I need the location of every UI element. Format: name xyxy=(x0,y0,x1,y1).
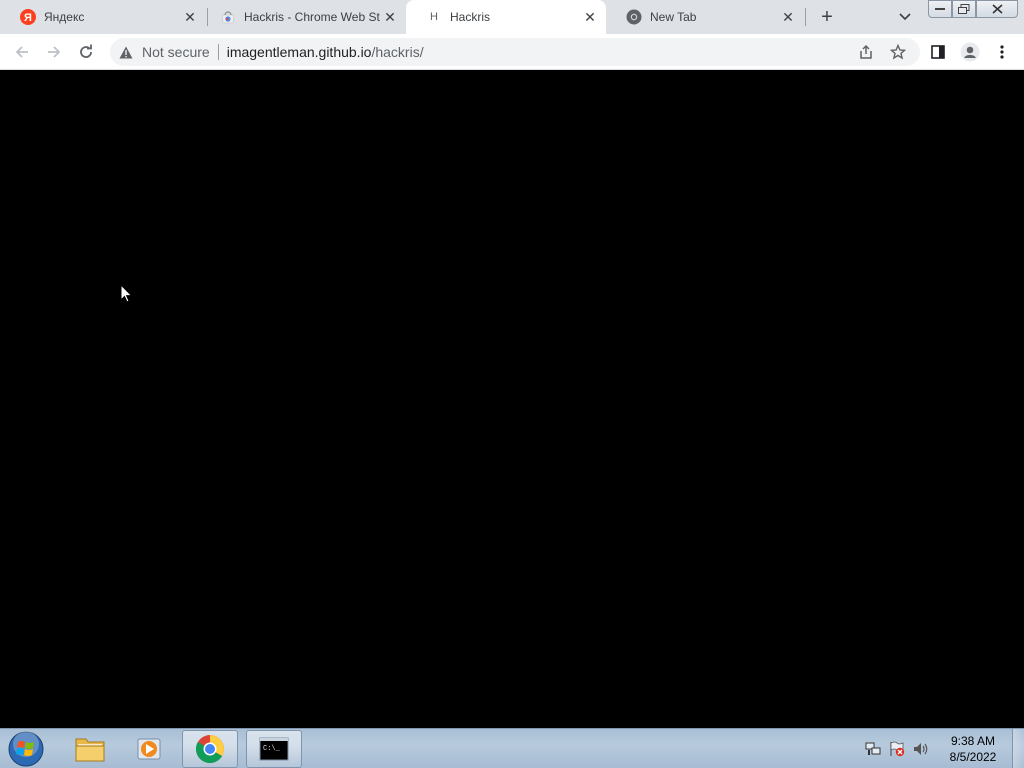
bookmark-star-icon[interactable] xyxy=(890,44,906,60)
tab-yandex[interactable]: Я Яндекс ✕ xyxy=(0,0,206,34)
url-host: imagentleman.github.io xyxy=(226,44,372,60)
windows-start-icon xyxy=(8,731,44,767)
menu-button[interactable] xyxy=(988,38,1016,66)
media-player-icon xyxy=(137,738,161,760)
tab-title: Hackris xyxy=(450,10,491,24)
back-button[interactable] xyxy=(8,38,36,66)
tab-title: New Tab xyxy=(650,10,697,24)
minimize-button[interactable] xyxy=(928,0,952,18)
reload-button[interactable] xyxy=(72,38,100,66)
side-panel-icon xyxy=(931,45,945,59)
yandex-icon: Я xyxy=(20,9,36,25)
url-path: /hackris/ xyxy=(371,44,424,60)
clock-date: 8/5/2022 xyxy=(949,750,997,764)
chrome-web-store-icon xyxy=(220,9,236,25)
chevron-down-icon xyxy=(899,13,911,21)
tab-title: Hackris - Chrome Web St xyxy=(244,10,380,24)
volume-icon[interactable] xyxy=(912,740,930,758)
svg-text:Я: Я xyxy=(24,12,32,24)
tab-search-button[interactable] xyxy=(893,6,917,28)
warning-triangle-icon[interactable] xyxy=(118,44,134,60)
more-vert-icon xyxy=(1000,45,1004,59)
tab-chrome-web-store[interactable]: Hackris - Chrome Web St ✕ xyxy=(200,0,406,34)
svg-text:C:\_: C:\_ xyxy=(263,745,281,753)
close-icon xyxy=(991,4,1003,14)
close-window-button[interactable] xyxy=(976,0,1018,18)
restore-icon xyxy=(958,4,970,14)
cmd-icon: C:\_ xyxy=(259,737,289,761)
share-icon[interactable] xyxy=(858,44,874,60)
system-tray xyxy=(864,729,930,768)
new-tab-button[interactable]: + xyxy=(815,6,839,28)
taskbar-explorer-button[interactable] xyxy=(62,730,118,768)
mouse-cursor-icon xyxy=(120,284,133,303)
arrow-right-icon xyxy=(48,46,61,58)
url-text[interactable]: imagentleman.github.io/hackris/ xyxy=(227,44,424,60)
tab-new-tab[interactable]: New Tab ✕ xyxy=(606,0,804,34)
reload-icon xyxy=(80,44,92,58)
profile-button[interactable] xyxy=(956,38,984,66)
taskbar-clock[interactable]: 9:38 AM 8/5/2022 xyxy=(940,733,1006,765)
tab-strip: Я Яндекс ✕ Hackris - Chrome Web St ✕ H H… xyxy=(0,0,1024,34)
start-button[interactable] xyxy=(6,730,46,768)
restore-button[interactable] xyxy=(952,0,976,18)
side-panel-button[interactable] xyxy=(924,38,952,66)
avatar-icon xyxy=(960,42,980,62)
chrome-icon xyxy=(196,735,224,763)
taskbar-media-player-button[interactable] xyxy=(122,730,178,768)
action-center-flag-icon[interactable] xyxy=(888,740,906,758)
close-icon[interactable]: ✕ xyxy=(382,9,398,25)
tab-hackris[interactable]: H Hackris ✕ xyxy=(406,0,606,34)
taskbar: C:\_ 9:38 AM 8/5/2022 xyxy=(0,728,1024,768)
screen: Я Яндекс ✕ Hackris - Chrome Web St ✕ H H… xyxy=(0,0,1024,768)
folder-icon xyxy=(75,738,105,762)
hackris-favicon: H xyxy=(430,11,438,23)
taskbar-cmd-button[interactable]: C:\_ xyxy=(246,730,302,768)
forward-button[interactable] xyxy=(40,38,68,66)
page-content[interactable] xyxy=(0,71,1024,728)
network-icon[interactable] xyxy=(864,740,882,758)
arrow-left-icon xyxy=(15,46,28,58)
omnibox-divider xyxy=(217,44,219,60)
show-desktop-button[interactable] xyxy=(1012,729,1024,768)
browser-toolbar: Not secure imagentleman.github.io/hackri… xyxy=(0,34,1024,70)
close-icon[interactable]: ✕ xyxy=(182,9,198,25)
chrome-icon xyxy=(626,9,642,25)
taskbar-chrome-button[interactable] xyxy=(182,730,238,768)
clock-time: 9:38 AM xyxy=(950,734,996,748)
tab-separator xyxy=(805,8,806,26)
close-icon[interactable]: ✕ xyxy=(582,9,598,25)
tab-title: Яндекс xyxy=(44,10,85,24)
minimize-icon xyxy=(935,8,945,10)
address-bar[interactable]: Not secure imagentleman.github.io/hackri… xyxy=(110,38,920,66)
security-status[interactable]: Not secure xyxy=(142,44,210,60)
close-icon[interactable]: ✕ xyxy=(780,9,796,25)
